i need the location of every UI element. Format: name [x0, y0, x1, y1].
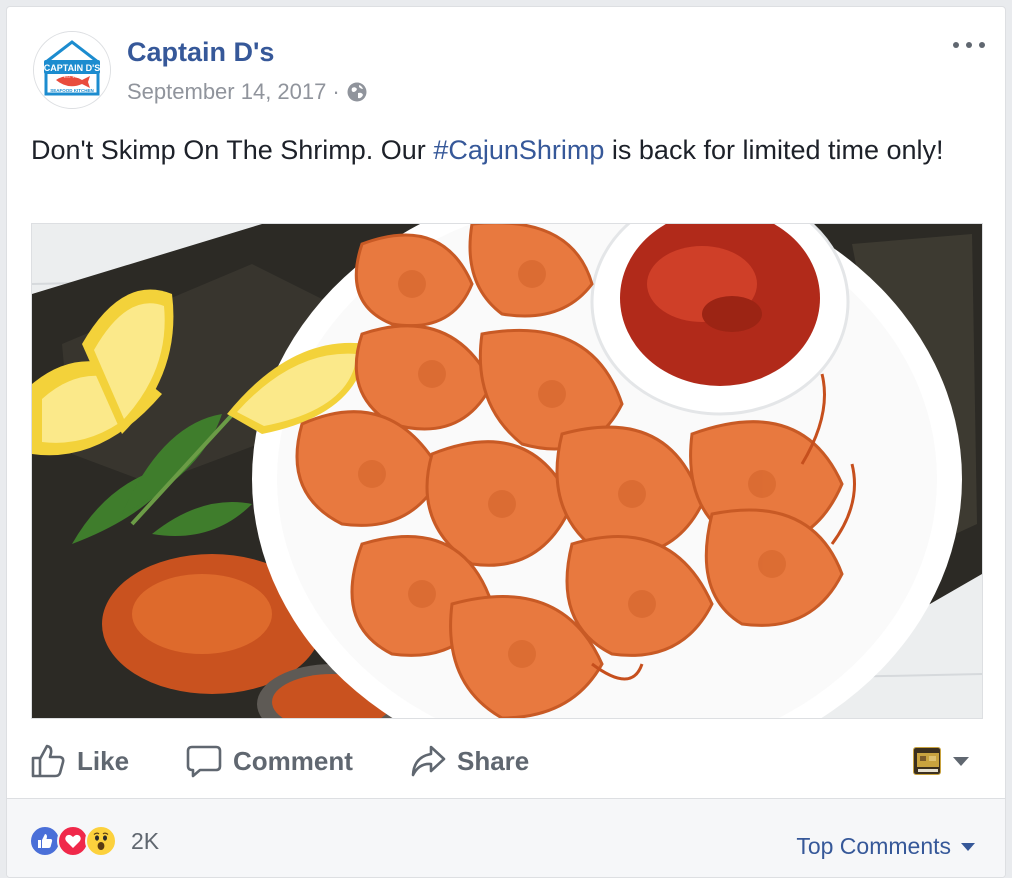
- comment-label: Comment: [233, 745, 353, 776]
- top-comments-label: Top Comments: [796, 833, 951, 859]
- page-avatar[interactable]: CAPTAIN D'S EST. 1969 SEAFOOD KITCHEN: [33, 31, 111, 109]
- page-thumbnail-icon: [913, 747, 941, 775]
- share-button[interactable]: Share: [409, 739, 529, 783]
- thumbs-up-icon: [29, 742, 67, 780]
- logo-est: EST. 1969: [64, 75, 80, 79]
- shrimp-photo-illustration: [32, 224, 982, 718]
- post-meta: September 14, 2017 ·: [127, 79, 368, 105]
- chevron-down-icon: [961, 842, 975, 851]
- hashtag-link[interactable]: #CajunShrimp: [433, 135, 604, 165]
- chevron-down-icon: [953, 756, 969, 766]
- globe-icon[interactable]: [346, 81, 368, 103]
- logo-brand: CAPTAIN D'S: [44, 63, 100, 73]
- logo-tagline: SEAFOOD KITCHEN: [50, 88, 94, 93]
- reactions-summary[interactable]: 2K: [29, 825, 159, 857]
- more-options-icon[interactable]: [953, 35, 985, 55]
- page-name-link[interactable]: Captain D's: [127, 37, 274, 68]
- post-as-selector[interactable]: [913, 747, 969, 775]
- post-footer: 2K Top Comments: [7, 798, 1005, 877]
- top-comments-dropdown[interactable]: Top Comments: [796, 833, 975, 860]
- post-photo[interactable]: [31, 223, 983, 719]
- meta-separator: ·: [332, 79, 340, 104]
- post-text: Don't Skimp On The Shrimp. Our #CajunShr…: [31, 131, 981, 169]
- post-card: CAPTAIN D'S EST. 1969 SEAFOOD KITCHEN Ca…: [6, 6, 1006, 878]
- reaction-count: 2K: [131, 827, 160, 854]
- post-text-before: Don't Skimp On The Shrimp. Our: [31, 135, 434, 165]
- captain-ds-logo: CAPTAIN D'S EST. 1969 SEAFOOD KITCHEN: [34, 32, 110, 108]
- like-label: Like: [77, 745, 130, 776]
- share-arrow-icon: [409, 742, 447, 780]
- speech-bubble-icon: [185, 742, 223, 780]
- post-date[interactable]: September 14, 2017: [127, 79, 326, 105]
- comment-button[interactable]: Comment: [185, 739, 353, 783]
- post-text-after: is back for limited time only!: [604, 135, 944, 165]
- share-label: Share: [457, 745, 530, 776]
- wow-reaction-icon: [85, 825, 117, 857]
- like-button[interactable]: Like: [29, 739, 129, 783]
- post-actions: Like Comment Share: [7, 725, 1005, 797]
- post-header: CAPTAIN D'S EST. 1969 SEAFOOD KITCHEN Ca…: [7, 7, 1005, 127]
